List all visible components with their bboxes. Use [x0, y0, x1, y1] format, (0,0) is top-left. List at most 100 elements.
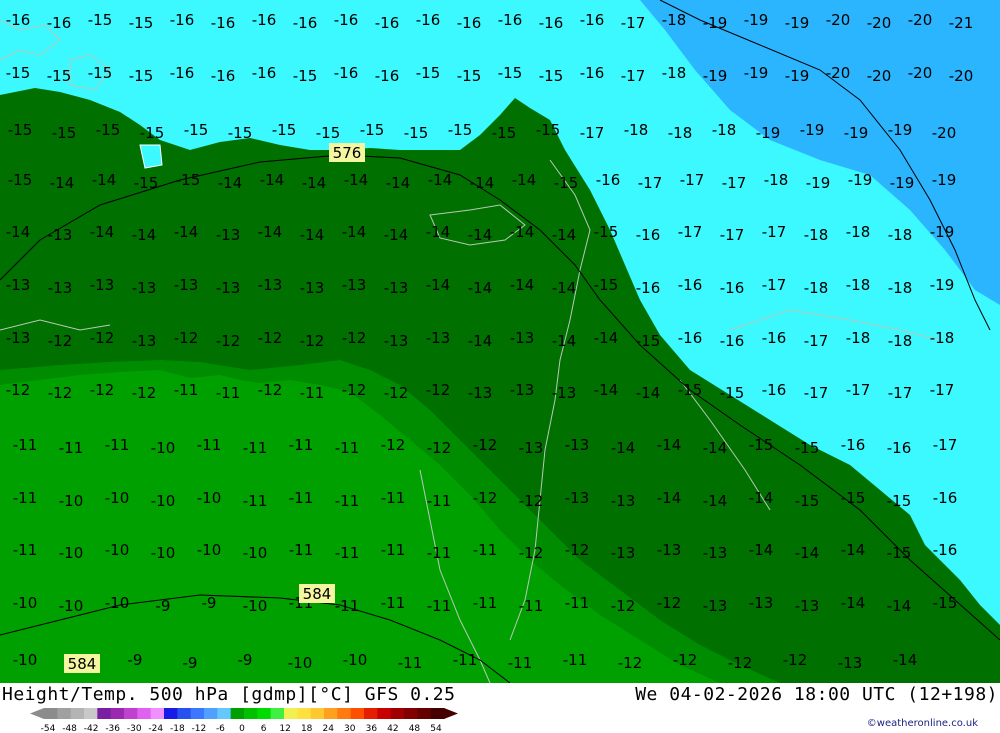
temperature-label: -15 — [536, 121, 561, 139]
scale-swatch — [190, 708, 205, 719]
temperature-label: -12 — [783, 651, 808, 669]
temperature-label: -15 — [749, 436, 774, 454]
temperature-label: -18 — [846, 223, 871, 241]
scale-swatch — [57, 708, 72, 719]
temperature-label: -9 — [128, 651, 143, 669]
svg-text:576: 576 — [333, 144, 362, 162]
temperature-label: -19 — [744, 11, 769, 29]
temperature-label: -13 — [552, 384, 577, 402]
temperature-label: -11 — [300, 384, 325, 402]
temperature-label: -13 — [384, 279, 409, 297]
temperature-label: -15 — [841, 489, 866, 507]
temperature-label: -14 — [468, 279, 493, 297]
map-title: Height/Temp. 500 hPa [gdmp][°C] GFS 0.25 — [2, 684, 456, 705]
temperature-label: -20 — [867, 67, 892, 85]
scale-swatch — [404, 708, 418, 719]
temperature-label: -11 — [243, 439, 268, 457]
temperature-label: -15 — [492, 124, 517, 142]
temperature-label: -15 — [554, 174, 579, 192]
temperature-label: -14 — [510, 223, 535, 241]
temperature-label: -14 — [552, 226, 577, 244]
temperature-label: -16 — [841, 436, 866, 454]
temperature-label: -12 — [384, 384, 409, 402]
temperature-label: -12 — [426, 381, 451, 399]
temperature-label: -12 — [728, 654, 753, 672]
scale-tick-label: -48 — [62, 724, 77, 732]
temperature-label: -14 — [302, 174, 327, 192]
temperature-label: -11 — [473, 541, 498, 559]
temperature-label: -11 — [335, 439, 360, 457]
temperature-label: -14 — [174, 223, 199, 241]
weather-map: -16 -16 -15 -15 -16 -16 -16 -16 -16 -16 -16 -16 -16-… — [0, 0, 1000, 683]
temperature-label: -10 — [59, 492, 84, 510]
temperature-label: -13 — [795, 597, 820, 615]
temperature-label: -12 — [216, 332, 241, 350]
temperature-label: -16 — [375, 67, 400, 85]
temperature-label: -13 — [48, 279, 73, 297]
temperature-label: -14 — [657, 436, 682, 454]
temperature-label: -11 — [289, 436, 314, 454]
temperature-label: -16 — [293, 14, 318, 32]
temperature-label: -17 — [804, 384, 829, 402]
temperature-label: -18 — [804, 226, 829, 244]
temperature-label: -13 — [426, 329, 451, 347]
temperature-label: -13 — [48, 226, 73, 244]
temperature-label: -9 — [238, 651, 253, 669]
temperature-label: -16 — [47, 14, 72, 32]
scale-tick-label: -42 — [84, 724, 99, 732]
temperature-label: -20 — [908, 64, 933, 82]
temperature-label: -20 — [826, 11, 851, 29]
temperature-label: -15 — [594, 276, 619, 294]
temperature-label: -18 — [624, 121, 649, 139]
temperature-label: -16 — [596, 171, 621, 189]
temperature-label: -19 — [800, 121, 825, 139]
temperature-label: -11 — [427, 597, 452, 615]
credit-link[interactable]: ©weatheronline.co.uk — [867, 718, 978, 729]
temperature-label: -18 — [662, 11, 687, 29]
temperature-label: -14 — [749, 541, 774, 559]
temperature-label: -19 — [930, 276, 955, 294]
temperature-label: -15 — [636, 332, 661, 350]
scale-swatch — [230, 708, 245, 719]
temperature-label: -12 — [473, 436, 498, 454]
temperature-label: -11 — [335, 597, 360, 615]
temperature-label: -11 — [565, 594, 590, 612]
scale-swatch — [270, 708, 285, 719]
temperature-label: -19 — [844, 124, 869, 142]
temperature-label: -18 — [668, 124, 693, 142]
temperature-label: -11 — [453, 651, 478, 669]
temperature-label: -16 — [933, 489, 958, 507]
temperature-label: -17 — [933, 436, 958, 454]
temperature-label: -13 — [565, 489, 590, 507]
temperature-label: -11 — [427, 544, 452, 562]
scale-tick-label: -54 — [41, 724, 56, 732]
scale-swatch — [377, 708, 392, 719]
temperature-label: -14 — [552, 279, 577, 297]
temperature-label: -14 — [749, 489, 774, 507]
temperature-label: -11 — [519, 597, 544, 615]
temperature-label: -14 — [887, 597, 912, 615]
temperature-label: -10 — [288, 654, 313, 672]
temperature-label: -13 — [6, 276, 31, 294]
temperature-label: -14 — [893, 651, 918, 669]
temperature-label: -15 — [457, 67, 482, 85]
temperature-label: -14 — [552, 332, 577, 350]
temperature-label: -19 — [930, 223, 955, 241]
temperature-label: -15 — [184, 121, 209, 139]
temperature-label: -14 — [426, 276, 451, 294]
temperature-label: -14 — [258, 223, 283, 241]
temperature-label: -18 — [764, 171, 789, 189]
temperature-label: -16 — [457, 14, 482, 32]
temperature-label: -15 — [933, 594, 958, 612]
temperature-label: -18 — [888, 332, 913, 350]
scale-swatch — [390, 708, 405, 719]
temperature-label: -14 — [795, 544, 820, 562]
temperature-label: -16 — [6, 11, 31, 29]
temperature-label: -14 — [468, 226, 493, 244]
temperature-label: -12 — [342, 329, 367, 347]
temperature-label: -14 — [342, 223, 367, 241]
scale-tick-label: -24 — [148, 724, 163, 732]
temperature-label: -12 — [565, 541, 590, 559]
temperature-label: -16 — [375, 14, 400, 32]
temperature-label: -21 — [949, 14, 974, 32]
